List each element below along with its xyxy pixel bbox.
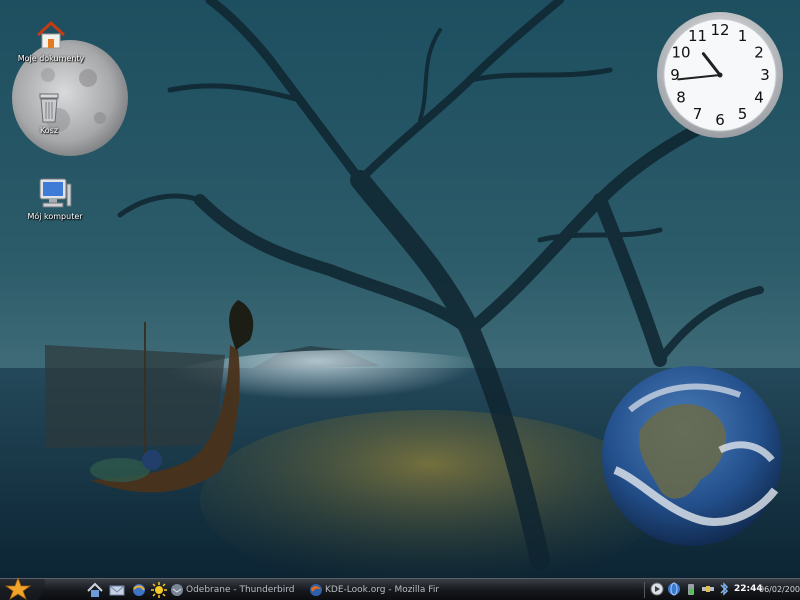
clock-number: 8	[676, 89, 686, 107]
desktop-icon-my-computer[interactable]: Mój komputer	[10, 176, 100, 221]
sun-quicklaunch-icon[interactable]	[150, 581, 168, 599]
clock-number: 10	[671, 44, 690, 62]
taskbar-clock-date[interactable]: 06/02/2008	[759, 579, 800, 600]
power-tray-icon[interactable]	[683, 581, 699, 597]
analog-clock-widget[interactable]: 12 12 3 45678 9 1011	[655, 10, 785, 140]
clock-number: 12	[710, 21, 729, 39]
desktop-icon-label: Moje dokumenty	[17, 54, 85, 63]
media-player-tray-icon[interactable]	[649, 581, 665, 597]
clock-number: 2	[754, 44, 764, 62]
desktop-icon-trash[interactable]: Kosz	[4, 90, 94, 135]
taskbar: Odebrane - Thunderbird KDE-Look.org - Mo…	[0, 576, 800, 600]
clock-number: 6	[715, 111, 725, 129]
home-folder-icon	[36, 20, 66, 49]
clock-number: 7	[693, 105, 703, 123]
task-label: KDE-Look.org - Mozilla Fir	[325, 585, 440, 595]
start-menu-button[interactable]	[0, 576, 46, 600]
clock-center	[717, 72, 723, 78]
desktop-icon-label: Mój komputer	[27, 212, 83, 221]
browser-quicklaunch-icon[interactable]	[130, 581, 148, 599]
desktop-icon-label: Kosz	[39, 126, 59, 135]
clock-number: 5	[738, 105, 748, 123]
clock-number: 4	[754, 89, 764, 107]
network-tray-icon[interactable]	[666, 581, 682, 597]
task-thunderbird[interactable]: Odebrane - Thunderbird	[168, 581, 300, 599]
bluetooth-tray-icon[interactable]	[716, 581, 732, 597]
desktop-icon-my-documents[interactable]: Moje dokumenty	[6, 18, 96, 63]
clock-number: 3	[760, 66, 770, 84]
tray-separator	[644, 582, 645, 598]
task-label: Odebrane - Thunderbird	[186, 585, 295, 595]
clock-number: 11	[688, 27, 707, 45]
firefox-icon	[310, 584, 322, 596]
mail-quicklaunch-icon[interactable]	[108, 581, 126, 599]
clock-number: 9	[670, 66, 680, 84]
satellite-tray-icon[interactable]	[700, 581, 716, 597]
computer-icon	[39, 178, 72, 208]
clock-number: 1	[738, 27, 748, 45]
home-quicklaunch-icon[interactable]	[86, 581, 104, 599]
trash-icon	[39, 93, 59, 123]
thunderbird-icon	[171, 584, 183, 596]
task-firefox[interactable]: KDE-Look.org - Mozilla Fir	[307, 581, 443, 599]
